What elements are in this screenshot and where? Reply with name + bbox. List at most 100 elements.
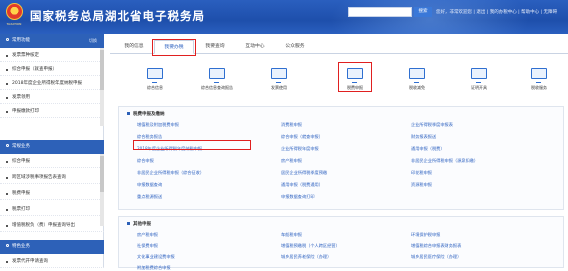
sidebar-item[interactable]: 税费申报: [0, 188, 104, 200]
tab-my-info[interactable]: 我的信息: [116, 40, 152, 54]
sidebar-section-common[interactable]: 常用功能 切换: [0, 34, 104, 48]
sidebar-item-label: 发票领用: [12, 95, 30, 100]
link[interactable]: 城乡居民养老保险（办理）: [281, 254, 331, 260]
service-label: 税收服务: [531, 85, 547, 90]
sidebar-item[interactable]: 综合申报（就查申报）: [0, 64, 104, 76]
sidebar-scrollbar[interactable]: [100, 48, 104, 126]
top-links[interactable]: 您好，非常欢迎您 | 退出 | 我的办税中心 | 帮助中心 | 无障碍: [436, 9, 568, 15]
service-info-query[interactable]: 综合信息查询报告: [192, 62, 242, 102]
sidebar-item-label: 税费申报: [12, 191, 30, 196]
search-button[interactable]: 搜索: [414, 7, 432, 17]
sidebar-item-label: 发票代开申请查询: [12, 259, 48, 264]
link[interactable]: 社保费申报: [137, 243, 158, 249]
link[interactable]: 房产税申报: [137, 232, 158, 238]
panel-title-text: 其他申报: [133, 222, 151, 227]
service-label: 发票使用: [271, 85, 287, 90]
sidebar-item[interactable]: 申报缴款打印: [0, 106, 104, 118]
sidebar-item[interactable]: 税票打印: [0, 204, 104, 216]
sidebar-item-label: 增值税税负（费）申报查询导出: [12, 223, 75, 228]
link[interactable]: 资源税申报: [411, 182, 432, 188]
sidebar: 常用功能 切换 发票票种核定 综合申报（就查申报） 2018年度企业所得税年度纳…: [0, 34, 104, 268]
link[interactable]: 申报数据查询打印: [281, 194, 315, 200]
link[interactable]: 非居民企业所得税申报（源泉扣缴）: [411, 158, 478, 164]
service-info[interactable]: 综合信息: [130, 62, 180, 102]
link[interactable]: 车船税申报: [281, 232, 302, 238]
sidebar-item[interactable]: 综合申报: [0, 156, 104, 168]
scrollbar-thumb[interactable]: [100, 50, 104, 90]
circle-icon: [6, 244, 9, 247]
service-invoice[interactable]: 发票使用: [254, 62, 304, 102]
panel-title-text: 税费申报及缴纳: [133, 112, 165, 117]
link[interactable]: 申报数据查询: [137, 182, 162, 188]
link[interactable]: 企业所得税年度申报: [281, 146, 319, 152]
link[interactable]: 非居民企业所得税申报（综合征收）: [137, 170, 204, 176]
emblem-caption: TAXATION: [6, 22, 22, 26]
link[interactable]: 消费税申报: [281, 122, 302, 128]
link[interactable]: 企业所得税季度申报表: [411, 122, 453, 128]
sidebar-item[interactable]: 跨区域涉税事项报告表查询: [0, 172, 104, 184]
link[interactable]: 印花税申报: [411, 170, 432, 176]
panel-title: 其他申报: [127, 221, 151, 227]
link[interactable]: 城乡居民医疗保险（办理）: [411, 254, 461, 260]
link[interactable]: 重点税源报送: [137, 194, 162, 200]
service-label: 综合信息: [147, 85, 163, 90]
link[interactable]: 房产税申报: [281, 158, 302, 164]
circle-icon: [6, 38, 9, 41]
link[interactable]: 综合申报（就查申报）: [281, 134, 323, 140]
sidebar-item-label: 发票票种核定: [12, 53, 39, 58]
sidebar-item-label: 申报缴款打印: [12, 109, 39, 114]
link[interactable]: 附加税费综合申报: [137, 265, 171, 271]
search-input[interactable]: [348, 7, 412, 17]
sidebar-item[interactable]: 发票票种核定: [0, 50, 104, 62]
bullet-icon: [6, 55, 8, 57]
link[interactable]: 财务报表报送: [411, 134, 436, 140]
service-label: 税收减免: [409, 85, 425, 90]
service-label: 证明开具: [471, 85, 487, 90]
sidebar-item-label: 税票打印: [12, 207, 30, 212]
monitor-icon: [409, 68, 425, 83]
square-icon: [127, 112, 130, 115]
sidebar-item-label: 跨区域涉税事项报告表查询: [12, 175, 66, 180]
sidebar-item[interactable]: 发票代开申请查询: [0, 256, 104, 268]
link[interactable]: 增值税综合申报表财务报表: [411, 243, 461, 249]
sidebar-item[interactable]: 增值税税负（费）申报查询导出: [0, 220, 104, 232]
service-certificate[interactable]: 证明开具: [454, 62, 504, 102]
declare-panel: 税费申报及缴纳 增值税及附加税费申报 综合税务报告 2018年度企业所得税年度纳…: [118, 106, 564, 210]
scrollbar-thumb[interactable]: [100, 156, 104, 192]
other-declare-panel: 其他申报 房产税申报 社保费申报 文化事业建设费申报 附加税费综合申报 车船税申…: [118, 216, 564, 271]
tab-query[interactable]: 我要查询: [196, 40, 234, 54]
sidebar-scrollbar[interactable]: [100, 154, 104, 226]
sidebar-section-routine[interactable]: 常规业务: [0, 140, 104, 154]
link[interactable]: 增值税及附加税费申报: [137, 122, 179, 128]
bullet-icon: [6, 225, 8, 227]
bullet-icon: [6, 97, 8, 99]
toggle-button[interactable]: 切换: [89, 34, 97, 48]
site-header: TAXATION 国家税务总局湖北省电子税务局 搜索 您好，非常欢迎您 | 退出…: [0, 0, 568, 34]
monitor-icon: [271, 68, 287, 83]
tab-public-service[interactable]: 公众服务: [276, 40, 314, 54]
sidebar-item[interactable]: 2018年度企业所得税年度纳税申报: [0, 78, 104, 90]
sidebar-item-label: 综合申报: [12, 159, 30, 164]
link[interactable]: 环境保护税申报: [411, 232, 440, 238]
service-tax-service[interactable]: 税收服务: [514, 62, 564, 102]
link[interactable]: 通用申报（税费）: [411, 146, 445, 152]
sidebar-section-special[interactable]: 特色业务: [0, 240, 104, 254]
link[interactable]: 居民企业所得税季度预缴: [281, 170, 327, 176]
bullet-icon: [6, 209, 8, 211]
bullet-icon: [6, 161, 8, 163]
sidebar-item[interactable]: 发票领用: [0, 92, 104, 104]
bullet-icon: [6, 83, 8, 85]
site-title: 国家税务总局湖北省电子税务局: [30, 9, 205, 23]
bullet-icon: [6, 261, 8, 263]
link[interactable]: 增值税预缴税（个人跨区经营）: [281, 243, 340, 249]
link[interactable]: 通用申报（税费通用）: [281, 182, 323, 188]
section-title: 特色业务: [12, 244, 30, 249]
link[interactable]: 综合申报: [137, 158, 154, 164]
highlight-box: [133, 140, 251, 150]
header-glow: [330, 0, 530, 34]
highlight-box: [338, 62, 372, 92]
service-tax-relief[interactable]: 税收减免: [392, 62, 442, 102]
link[interactable]: 文化事业建设费申报: [137, 254, 175, 260]
tax-emblem-icon: [6, 3, 23, 20]
tab-interaction[interactable]: 互动中心: [236, 40, 274, 54]
